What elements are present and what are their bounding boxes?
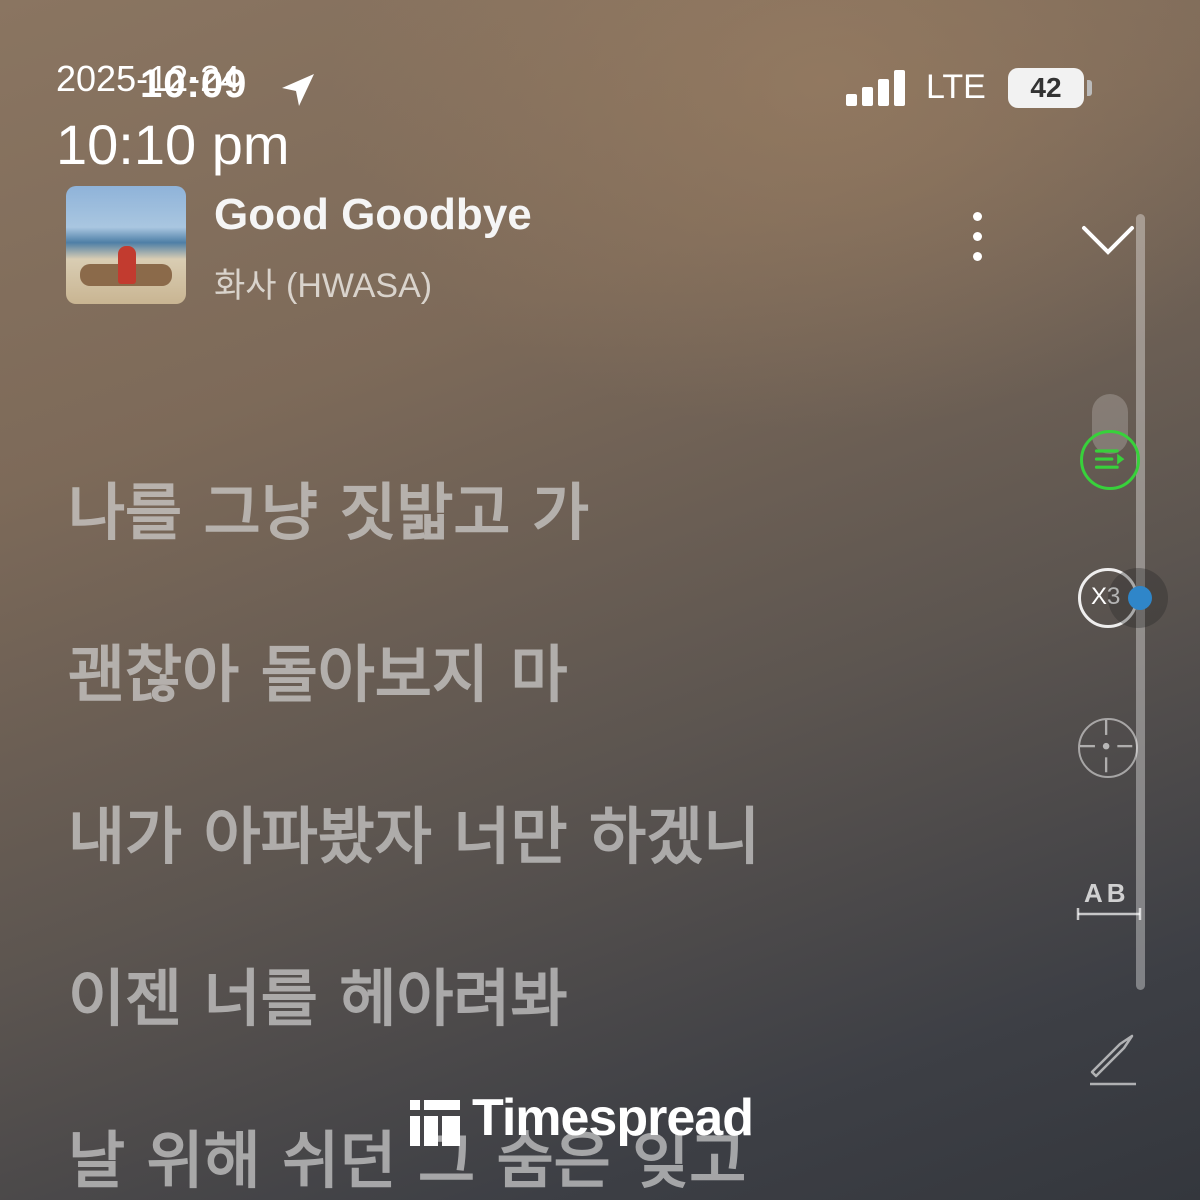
album-art-figure — [118, 246, 136, 284]
timestamp-time: 10:10 pm — [56, 113, 290, 176]
watermark-brand: Timespread — [472, 1089, 754, 1147]
speed-slider-knob[interactable] — [1128, 586, 1152, 610]
battery-tip — [1087, 80, 1092, 96]
album-art[interactable] — [66, 186, 186, 304]
playlist-icon — [1094, 449, 1125, 469]
current-lyric-button[interactable] — [1078, 718, 1138, 778]
pen-icon[interactable] — [1080, 1026, 1144, 1090]
lyric-line[interactable]: 괜찮아 돌아보지 마 — [68, 624, 568, 714]
lyric-line[interactable]: 나를 그냥 짓밟고 가 — [68, 462, 589, 552]
ab-repeat-button[interactable]: AB — [1074, 878, 1144, 922]
location-arrow-icon — [282, 74, 314, 106]
battery-indicator: 42 — [1008, 68, 1084, 108]
more-options-icon[interactable] — [960, 208, 994, 268]
cellular-signal-icon — [846, 70, 908, 106]
ab-range-icon — [1076, 908, 1142, 920]
crosshair-icon — [1080, 720, 1133, 773]
timespread-logo-icon — [410, 1100, 460, 1146]
playlist-button[interactable] — [1080, 430, 1140, 490]
network-type: LTE — [926, 68, 986, 106]
lyric-line[interactable]: 내가 아파봤자 너만 하겠니 — [68, 786, 760, 876]
timestamp-date: 2025-12-24 — [56, 58, 241, 99]
chevron-down-icon[interactable] — [1080, 222, 1136, 258]
song-title: Good Goodbye — [214, 190, 532, 239]
song-artist[interactable]: 화사 (HWASA) — [214, 258, 432, 307]
lyric-line[interactable]: 이젠 너를 헤아려봐 — [68, 948, 568, 1038]
